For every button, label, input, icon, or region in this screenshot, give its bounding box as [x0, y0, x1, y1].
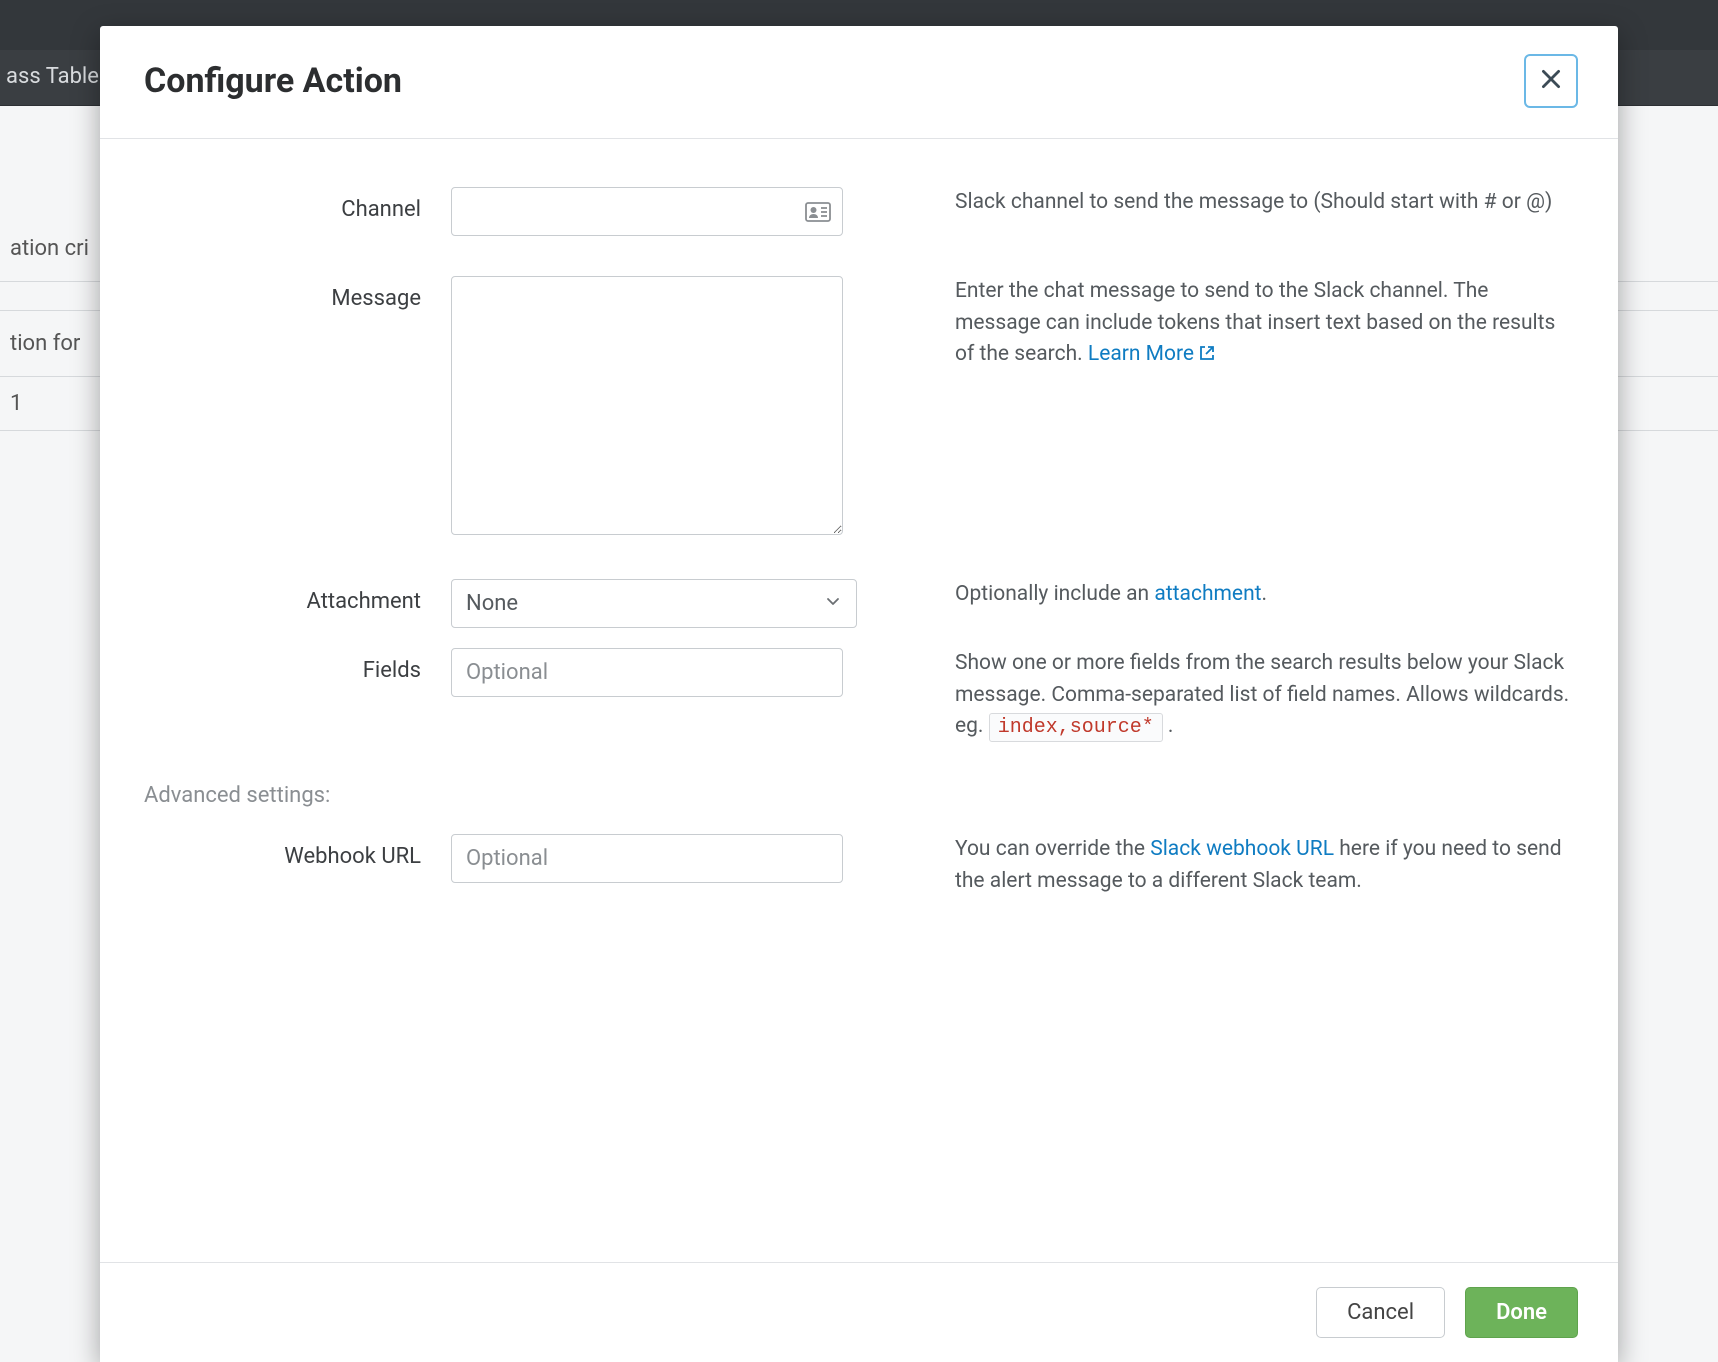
cancel-button[interactable]: Cancel	[1316, 1287, 1445, 1338]
fields-row: Fields Show one or more fields from the …	[144, 648, 1574, 743]
configure-action-modal: Configure Action Channel	[100, 26, 1618, 1362]
chevron-down-icon	[824, 591, 842, 616]
channel-input[interactable]	[451, 187, 843, 236]
modal-header: Configure Action	[100, 26, 1618, 139]
learn-more-link[interactable]: Learn More	[1088, 342, 1215, 366]
modal-footer: Cancel Done	[100, 1262, 1618, 1362]
webhook-help: You can override the Slack webhook URL h…	[843, 834, 1574, 897]
advanced-settings-heading: Advanced settings:	[144, 783, 1574, 808]
external-link-icon	[1199, 340, 1215, 372]
webhook-label: Webhook URL	[144, 834, 451, 869]
attachment-row: Attachment None Optionally include an at…	[144, 579, 1574, 628]
close-icon	[1538, 66, 1564, 96]
done-button[interactable]: Done	[1465, 1287, 1578, 1338]
slack-webhook-url-link[interactable]: Slack webhook URL	[1150, 837, 1334, 861]
modal-title: Configure Action	[144, 61, 402, 101]
webhook-help-pre: You can override the	[955, 837, 1150, 861]
message-row: Message Enter the chat message to send t…	[144, 276, 1574, 539]
webhook-row: Webhook URL You can override the Slack w…	[144, 834, 1574, 897]
message-help: Enter the chat message to send to the Sl…	[843, 276, 1574, 372]
fields-help: Show one or more fields from the search …	[843, 648, 1574, 743]
fields-code-example: index,source*	[989, 713, 1163, 742]
attachment-selected-value: None	[466, 591, 518, 616]
message-label: Message	[144, 276, 451, 311]
close-button[interactable]	[1524, 54, 1578, 108]
fields-input[interactable]	[451, 648, 843, 697]
attachment-help-post: .	[1262, 582, 1268, 606]
attachment-link[interactable]: attachment	[1154, 582, 1261, 606]
fields-label: Fields	[144, 648, 451, 683]
attachment-select[interactable]: None	[451, 579, 857, 628]
webhook-input[interactable]	[451, 834, 843, 883]
message-textarea[interactable]	[451, 276, 843, 535]
attachment-help-pre: Optionally include an	[955, 582, 1154, 606]
channel-label: Channel	[144, 187, 451, 222]
attachment-label: Attachment	[144, 579, 451, 614]
message-help-text: Enter the chat message to send to the Sl…	[955, 279, 1555, 366]
channel-help: Slack channel to send the message to (Sh…	[843, 187, 1574, 219]
modal-body: Channel Slack	[100, 139, 1618, 1262]
attachment-help: Optionally include an attachment.	[843, 579, 1574, 611]
contact-card-icon[interactable]	[805, 200, 831, 224]
fields-help-post: .	[1163, 714, 1174, 738]
channel-row: Channel Slack	[144, 187, 1574, 236]
